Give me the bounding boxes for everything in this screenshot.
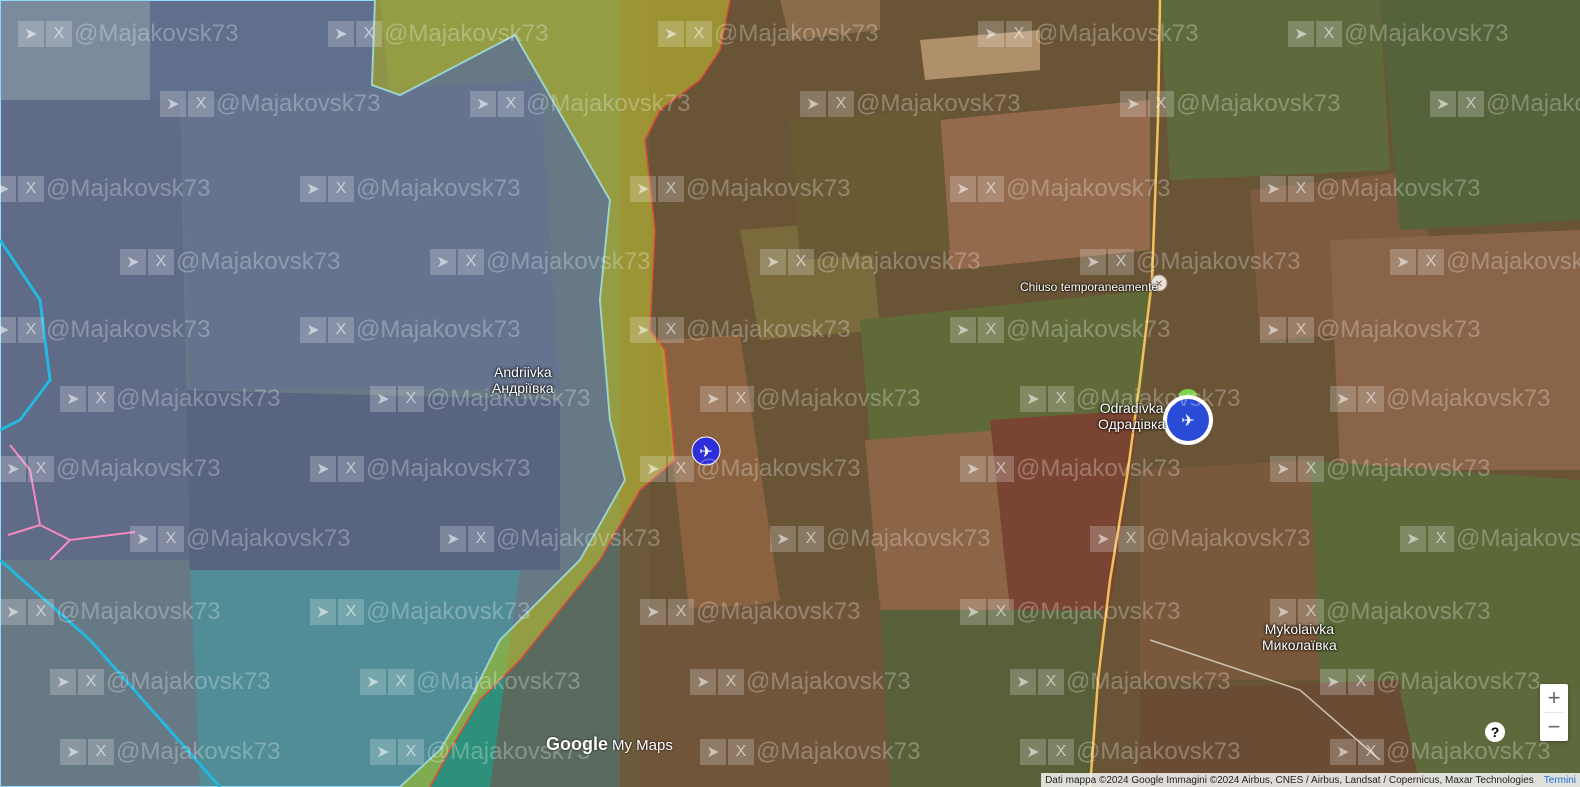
zoom-out-button[interactable]: − [1540,713,1568,741]
google-logo-text: Google [546,734,608,754]
google-my-maps-logo: Google My Maps [546,734,673,755]
zoom-in-button[interactable]: + [1540,684,1568,712]
map-attribution: Dati mappa ©2024 Google Immagini ©2024 A… [1041,773,1580,787]
farm-fields [640,0,1580,787]
town-label-mykolaivka: Mykolaivka Миколаївка [1262,621,1337,653]
zoom-control: + − [1540,684,1568,741]
satellite-map[interactable]: ✈ ✈ ✕ [0,0,1580,787]
town-label-andriivka: Andriivka Андріївка [492,364,554,396]
attribution-text: Dati mappa ©2024 Google Immagini ©2024 A… [1045,774,1534,786]
terms-link[interactable]: Termini [1544,775,1576,786]
poi-label: Chiuso temporaneamente [1020,280,1159,294]
help-button[interactable]: ? [1485,722,1505,742]
svg-text:✈: ✈ [1181,411,1194,430]
my-maps-text: My Maps [612,737,673,754]
drone-marker[interactable]: ✈ [691,436,721,466]
town-label-odradivka: Odradivka Одрадівка [1098,400,1166,432]
svg-text:✈: ✈ [699,442,712,461]
